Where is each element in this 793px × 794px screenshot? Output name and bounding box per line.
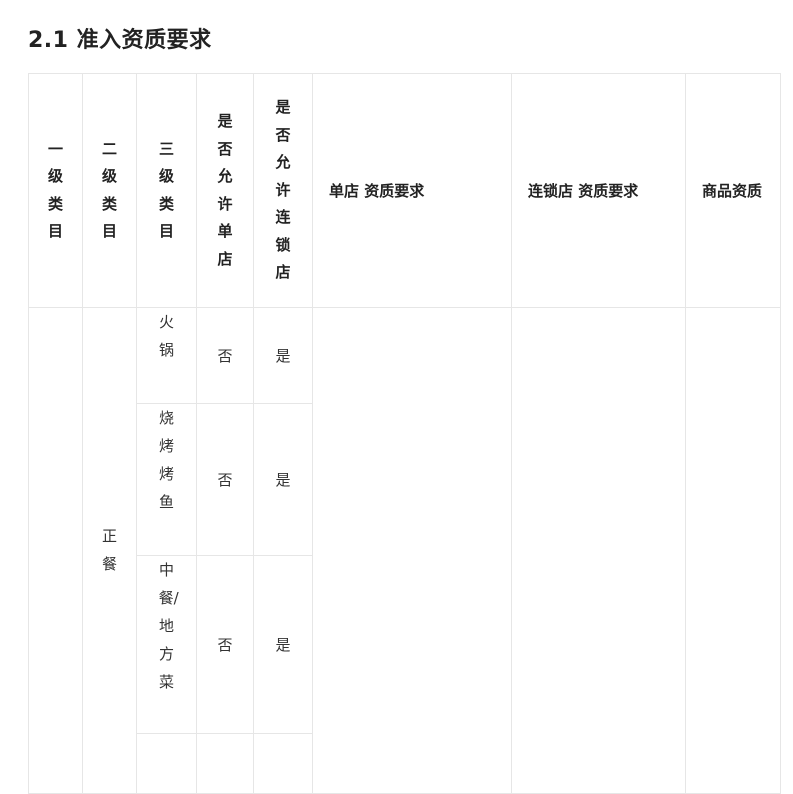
header-chain-requirements-label: 连锁店 资质要求 [528,181,639,200]
cell-allow-single: 否 [196,555,254,734]
header-single-requirements: 单店 资质要求 [312,73,512,308]
header-level3: 三级类目 [136,73,197,308]
cell-level2-label: 正餐 [101,527,117,573]
qualification-table: 一级类目 二级类目 三级类目 是否允许单店 是否允许连锁店 单店 资质要求 连锁… [28,73,781,794]
cell-level3 [136,733,197,794]
header-product-qualification-label: 商品资质 [702,181,763,200]
header-level3-label: 三级类目 [158,139,174,241]
header-allow-chain: 是否允许连锁店 [253,73,313,308]
cell-allow-chain: 是 [253,555,313,734]
cell-level2: 正餐 [82,307,137,794]
cell-allow-single-value: 否 [217,636,233,654]
cell-allow-single: 否 [196,403,254,556]
cell-allow-chain: 是 [253,403,313,556]
header-chain-requirements: 连锁店 资质要求 [511,73,686,308]
cell-allow-single-value: 否 [217,471,233,489]
cell-allow-chain-value: 是 [275,636,291,654]
section-title: 2.1 准入资质要求 [28,28,212,53]
cell-allow-chain [253,733,313,794]
header-level1-label: 一级类目 [47,139,63,241]
cell-single-requirements [312,307,512,794]
header-level2: 二级类目 [82,73,137,308]
header-single-requirements-label: 单店 资质要求 [329,181,425,200]
cell-level3: 烧烤烤鱼 [136,403,197,556]
header-allow-chain-label: 是否允许连锁店 [275,98,291,282]
cell-level3-label: 烧烤烤鱼 [158,409,174,511]
cell-allow-single: 否 [196,307,254,404]
cell-level3: 中餐/地方菜 [136,555,197,734]
cell-chain-requirements [511,307,686,794]
header-product-qualification: 商品资质 [685,73,781,308]
cell-level3: 火锅 [136,307,197,404]
cell-level3-label: 中餐/地方菜 [158,561,179,691]
cell-product-qualification [685,307,781,794]
table-header-row: 一级类目 二级类目 三级类目 是否允许单店 是否允许连锁店 单店 资质要求 连锁… [28,73,781,308]
header-level1: 一级类目 [28,73,83,308]
cell-allow-single [196,733,254,794]
header-level2-label: 二级类目 [101,139,117,241]
cell-allow-chain: 是 [253,307,313,404]
table-row: 正餐 火锅 否 是 [28,307,781,794]
cell-level3-label: 火锅 [158,313,174,359]
cell-level1 [28,307,83,794]
header-allow-single-label: 是否允许单店 [217,112,233,268]
cell-allow-chain-value: 是 [275,471,291,489]
cell-allow-single-value: 否 [217,347,233,365]
cell-allow-chain-value: 是 [275,347,291,365]
header-allow-single: 是否允许单店 [196,73,254,308]
